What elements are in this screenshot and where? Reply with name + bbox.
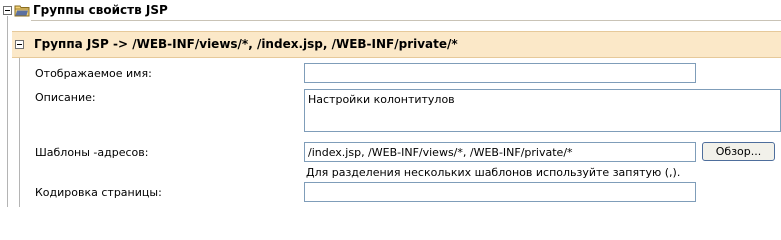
tree-line	[7, 16, 8, 207]
group-collapse-toggle-icon[interactable]	[15, 40, 24, 49]
url-patterns-hint: Для разделения нескольких шаблонов испол…	[306, 166, 681, 179]
browse-button[interactable]: Обзор...	[702, 142, 775, 161]
collapse-toggle-icon[interactable]	[3, 6, 12, 15]
display-name-field[interactable]	[304, 63, 696, 83]
folder-icon	[14, 5, 30, 17]
tree-line-inner	[19, 58, 20, 207]
page-encoding-label: Кодировка страницы:	[35, 186, 162, 199]
group-header: Группа JSP -> /WEB-INF/views/*, /index.j…	[12, 31, 781, 58]
display-name-label: Отображаемое имя:	[35, 67, 152, 80]
section-header: Группы свойств JSP	[0, 0, 781, 22]
url-patterns-label: Шаблоны -адресов:	[35, 146, 149, 159]
page-encoding-field[interactable]	[304, 182, 696, 202]
section-divider	[31, 20, 781, 21]
section-title: Группы свойств JSP	[33, 3, 168, 17]
description-field[interactable]: Настройки колонтитулов	[304, 89, 781, 132]
url-patterns-field[interactable]	[304, 142, 696, 162]
description-label: Описание:	[35, 91, 96, 104]
group-title: Группа JSP -> /WEB-INF/views/*, /index.j…	[34, 37, 458, 51]
